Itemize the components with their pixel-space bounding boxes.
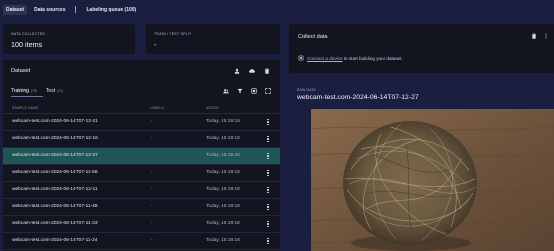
data-collected-value: 100 items <box>11 40 43 49</box>
collect-data-card: Collect data Connect a device to start b… <box>289 24 554 73</box>
tab-divider <box>75 6 77 13</box>
column-header-added[interactable]: ADDED <box>206 106 219 110</box>
trash-icon[interactable] <box>531 33 537 39</box>
table-row[interactable]: webcam-test.com-2024-06-14T07-11-58 - To… <box>3 165 280 182</box>
column-header-sample-name[interactable]: SAMPLE NAME <box>12 106 39 110</box>
people-filter-icon[interactable] <box>223 88 229 94</box>
added-cell: Today, 15:19:18 <box>206 204 240 209</box>
added-cell: Today, 15:19:18 <box>206 136 240 141</box>
labels-cell: - <box>151 153 153 158</box>
labels-cell: - <box>151 187 153 192</box>
sample-name-cell: webcam-test.com-2024-06-14T07-12-27 <box>12 153 98 158</box>
sample-name-cell: webcam-test.com-2024-06-14T07-12-21 <box>12 119 98 124</box>
more-vertical-icon[interactable] <box>543 33 549 39</box>
sample-name-cell: webcam-test.com-2024-06-14T07-11-58 <box>12 170 98 175</box>
grid-view-icon[interactable] <box>251 88 257 94</box>
added-cell: Today, 15:19:18 <box>206 187 240 192</box>
labels-cell: - <box>151 221 153 226</box>
sample-name-cell: webcam-test.com-2024-06-14T07-12-11 <box>12 187 98 192</box>
table-row-selected[interactable]: webcam-test.com-2024-06-14T07-12-27 - To… <box>3 148 280 165</box>
more-vertical-icon[interactable] <box>265 151 271 161</box>
person-icon[interactable] <box>234 68 240 74</box>
collect-data-title: Collect data <box>298 34 328 40</box>
tab-dataset[interactable]: Dataset <box>3 4 28 15</box>
subtab-test[interactable]: Test (21) <box>46 88 63 94</box>
connect-device-text: to start building your dataset. <box>342 55 403 61</box>
raw-data-label: RAW DATA <box>297 88 316 92</box>
more-vertical-icon[interactable] <box>265 134 271 144</box>
sample-name-cell: webcam-test.com-2024-06-14T07-12-16 <box>12 136 98 141</box>
added-cell: Today, 15:19:18 <box>206 170 240 175</box>
added-cell: Today, 15:19:18 <box>206 238 240 243</box>
labels-cell: - <box>151 238 153 243</box>
added-cell: Today, 15:19:18 <box>206 221 240 226</box>
tab-data-sources[interactable]: Data sources <box>31 5 68 15</box>
added-cell: Today, 15:19:18 <box>206 153 240 158</box>
expand-icon[interactable] <box>265 88 271 94</box>
sample-name-cell: webcam-test.com-2024-06-14T07-11-33 <box>12 221 98 226</box>
more-vertical-icon[interactable] <box>265 219 271 229</box>
connect-device-link[interactable]: Connect a device <box>307 56 343 61</box>
cloud-upload-icon[interactable] <box>249 68 255 74</box>
table-row[interactable]: webcam-test.com-2024-06-14T07-11-33 - To… <box>3 216 280 233</box>
subtab-training[interactable]: Training (79) <box>11 88 37 94</box>
more-vertical-icon[interactable] <box>265 202 271 212</box>
table-row[interactable]: webcam-test.com-2024-06-14T07-12-11 - To… <box>3 182 280 199</box>
dataset-panel: Dataset Training (79) Test (21) SAMPLE NAM… <box>3 60 280 251</box>
data-collected-card: DATA COLLECTED 100 items <box>3 24 135 54</box>
more-vertical-icon[interactable] <box>265 117 271 127</box>
sample-table: webcam-test.com-2024-06-14T07-12-21 - To… <box>3 114 280 250</box>
labels-cell: - <box>151 136 153 141</box>
table-row[interactable]: webcam-test.com-2024-06-14T07-12-21 - To… <box>3 114 280 131</box>
labels-cell: - <box>151 119 153 124</box>
table-row[interactable]: webcam-test.com-2024-06-14T07-12-16 - To… <box>3 131 280 148</box>
tab-labeling-queue[interactable]: Labeling queue (100) <box>83 5 139 15</box>
trash-icon[interactable] <box>264 68 270 74</box>
more-vertical-icon[interactable] <box>265 236 271 246</box>
train-test-split-label: TRAIN / TEST SPLIT <box>154 32 192 36</box>
data-collected-label: DATA COLLECTED <box>11 32 46 36</box>
device-icon <box>298 55 304 61</box>
column-header-labels[interactable]: LABELS <box>150 106 164 110</box>
added-cell: Today, 15:19:18 <box>206 119 240 124</box>
more-vertical-icon[interactable] <box>265 185 271 195</box>
top-tab-bar: Dataset Data sources Labeling queue (100… <box>3 4 139 15</box>
table-header: SAMPLE NAME LABELS ADDED <box>3 102 280 114</box>
sample-image <box>311 109 554 251</box>
raw-data-sample-name: webcam-test.com-2024-06-14T07-12-27 <box>297 94 419 101</box>
filter-icon[interactable] <box>237 88 243 94</box>
train-test-split-value: - <box>154 40 157 49</box>
train-test-split-card: TRAIN / TEST SPLIT - <box>146 24 280 54</box>
table-row[interactable]: webcam-test.com-2024-06-14T07-11-48 - To… <box>3 199 280 216</box>
table-row[interactable]: webcam-test.com-2024-06-14T07-11-24 - To… <box>3 233 280 250</box>
labels-cell: - <box>151 170 153 175</box>
labels-cell: - <box>151 204 153 209</box>
dataset-title: Dataset <box>11 68 31 74</box>
more-vertical-icon[interactable] <box>265 168 271 178</box>
sample-name-cell: webcam-test.com-2024-06-14T07-11-24 <box>12 238 98 243</box>
connect-device-message: Connect a device to start building your … <box>298 55 403 61</box>
sample-name-cell: webcam-test.com-2024-06-14T07-11-48 <box>12 204 98 209</box>
active-subtab-indicator <box>11 96 43 97</box>
